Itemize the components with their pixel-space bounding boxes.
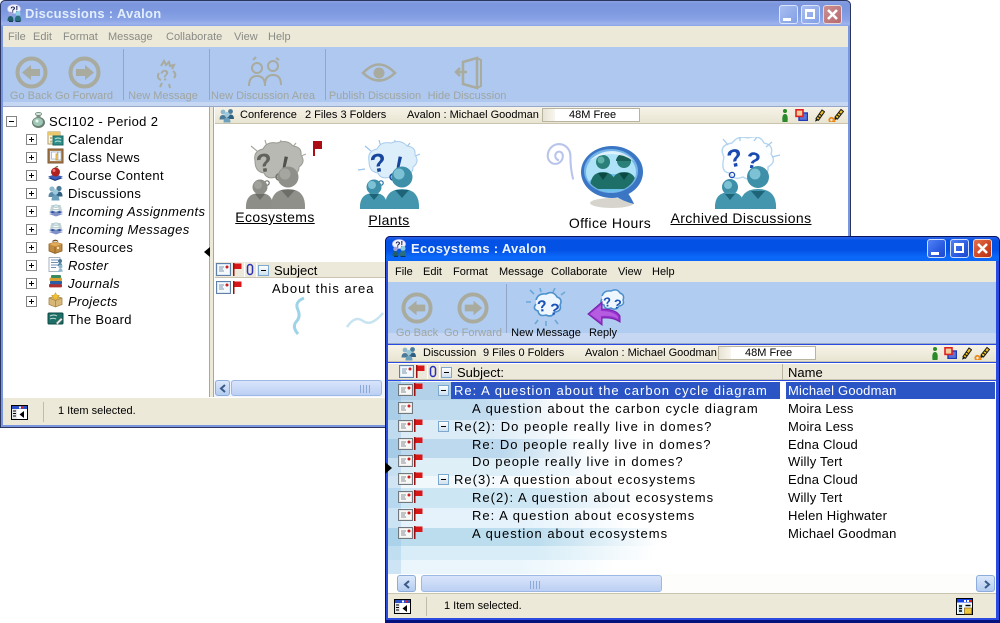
svg-text:?: ? [159, 67, 170, 85]
svg-text:?: ? [548, 301, 560, 319]
svg-text:?: ? [613, 296, 623, 312]
